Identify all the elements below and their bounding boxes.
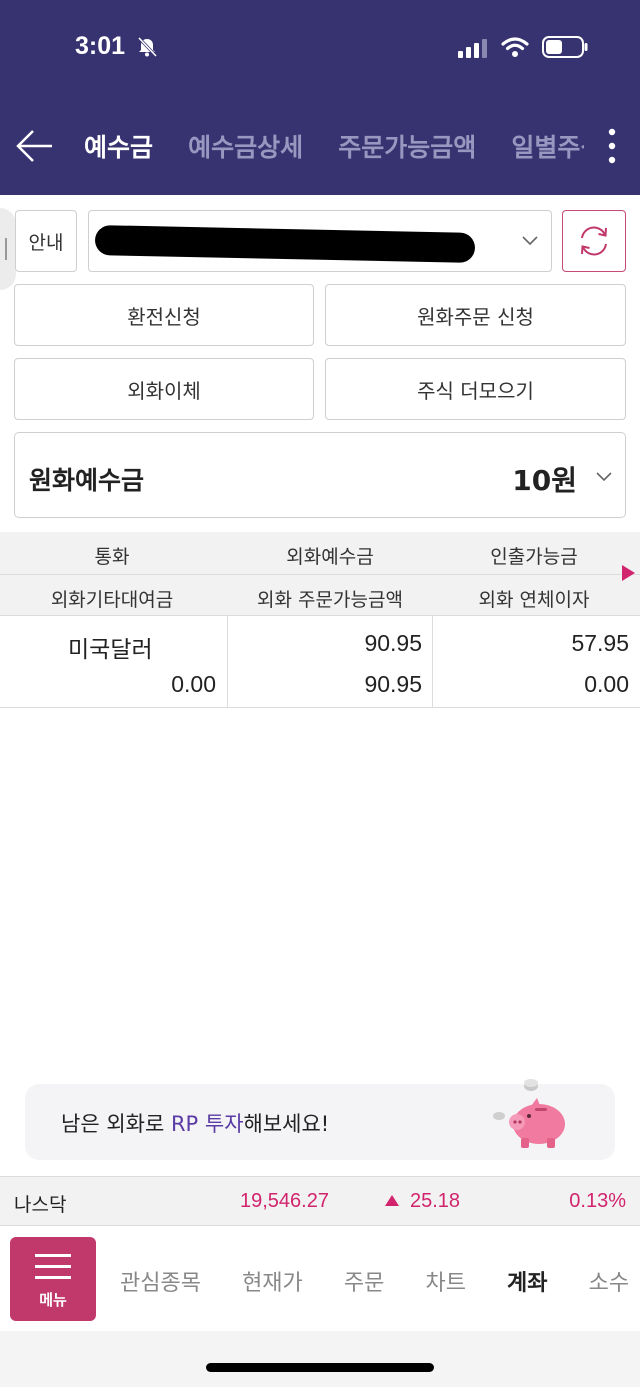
index-name: 나스닥	[14, 1194, 67, 1216]
scroll-right-arrow-icon[interactable]	[622, 565, 635, 581]
index-change: 25.18	[410, 1190, 461, 1212]
krw-order-request-button[interactable]: 원화주문 신청	[325, 284, 626, 346]
refresh-icon	[581, 226, 607, 256]
exchange-request-button[interactable]: 환전신청	[14, 284, 314, 346]
column-divider	[227, 616, 228, 708]
cell-fx-deposit: 90.95	[364, 630, 422, 656]
guide-button[interactable]: 안내	[15, 210, 77, 272]
col-fx-other-loan: 외화기타대여금	[50, 589, 174, 611]
stock-accumulate-button[interactable]: 주식 더모으기	[325, 358, 626, 420]
cell-fx-orderable: 90.95	[364, 671, 422, 697]
cell-withdrawable: 57.95	[571, 630, 629, 656]
nav-chart[interactable]: 차트	[425, 1265, 465, 1297]
index-percent: 0.13%	[569, 1190, 626, 1212]
cell-fx-other-loan: 0.00	[171, 671, 216, 697]
tab-deposit[interactable]: 예수금	[84, 128, 153, 164]
app-header: 3:01 예수금 예수금상세 주문가능금액 일별주식	[0, 0, 640, 195]
more-vertical-icon[interactable]	[602, 126, 622, 166]
tab-daily-stock[interactable]: 일별주식	[511, 128, 584, 164]
col-fx-deposit: 외화예수금	[286, 546, 374, 568]
krw-deposit-value: 10원	[512, 464, 577, 497]
hamburger-icon	[35, 1254, 71, 1279]
back-arrow-icon[interactable]	[14, 128, 54, 164]
col-currency: 통화	[94, 546, 130, 568]
col-fx-orderable: 외화 주문가능금액	[257, 589, 403, 611]
krw-deposit-selector[interactable]: 원화예수금 10원	[14, 432, 626, 518]
menu-label: 메뉴	[39, 1291, 67, 1309]
chevron-down-icon	[596, 472, 612, 482]
rp-invest-banner[interactable]: 남은 외화로 RP 투자해보세요!	[25, 1079, 615, 1160]
bell-muted-icon	[137, 36, 158, 58]
banner-text: 남은 외화로 RP 투자해보세요!	[61, 1108, 329, 1138]
header-divider	[0, 574, 640, 575]
nav-fractional[interactable]: 소수	[589, 1265, 629, 1297]
wifi-icon	[501, 37, 529, 57]
header-tabs: 예수금 예수금상세 주문가능금액 일별주식	[84, 128, 584, 168]
side-drawer-handle[interactable]	[0, 208, 16, 290]
nav-order[interactable]: 주문	[344, 1265, 384, 1297]
battery-icon	[542, 36, 588, 58]
home-indicator[interactable]	[206, 1363, 434, 1372]
cell-fx-overdue-interest: 0.00	[584, 671, 629, 697]
fx-transfer-button[interactable]: 외화이체	[14, 358, 314, 420]
banner-text-after: 해보세요!	[243, 1112, 330, 1136]
banner-text-highlight: RP 투자	[170, 1112, 244, 1136]
column-divider	[432, 616, 433, 708]
menu-button[interactable]: 메뉴	[10, 1237, 96, 1321]
cell-currency: 미국달러	[68, 636, 153, 662]
nav-current-price[interactable]: 현재가	[242, 1265, 303, 1297]
index-price: 19,546.27	[240, 1190, 329, 1212]
bottom-navigation: 메뉴 관심종목 현재가 주문 차트 계좌 소수	[0, 1227, 640, 1331]
status-time: 3:01	[75, 32, 126, 60]
tab-orderable-amount[interactable]: 주문가능금액	[338, 128, 476, 164]
home-indicator-area	[0, 1331, 640, 1387]
banner-text-before: 남은 외화로	[61, 1112, 171, 1136]
table-header: 통화 외화예수금 인출가능금 외화기타대여금 외화 주문가능금액 외화 연체이자	[0, 532, 640, 616]
account-selector[interactable]	[88, 210, 552, 272]
nav-account[interactable]: 계좌	[507, 1265, 547, 1297]
refresh-button[interactable]	[562, 210, 626, 272]
market-index-bar[interactable]: 나스닥 19,546.27 25.18 0.13%	[0, 1176, 640, 1226]
col-fx-overdue-interest: 외화 연체이자	[478, 589, 590, 611]
redacted-account-number	[94, 225, 476, 263]
up-triangle-icon	[385, 1195, 399, 1206]
table-row[interactable]: 미국달러 90.95 57.95 0.00 90.95 0.00	[0, 616, 640, 708]
piggy-bank-icon	[493, 1079, 565, 1148]
chevron-down-icon	[522, 236, 538, 246]
krw-deposit-label: 원화예수금	[29, 466, 145, 495]
nav-items: 관심종목 현재가 주문 차트 계좌 소수	[120, 1265, 640, 1297]
col-withdrawable: 인출가능금	[490, 546, 578, 568]
tab-deposit-detail[interactable]: 예수금상세	[188, 128, 303, 164]
cellular-signal-icon	[458, 39, 487, 58]
nav-watchlist[interactable]: 관심종목	[120, 1265, 201, 1297]
